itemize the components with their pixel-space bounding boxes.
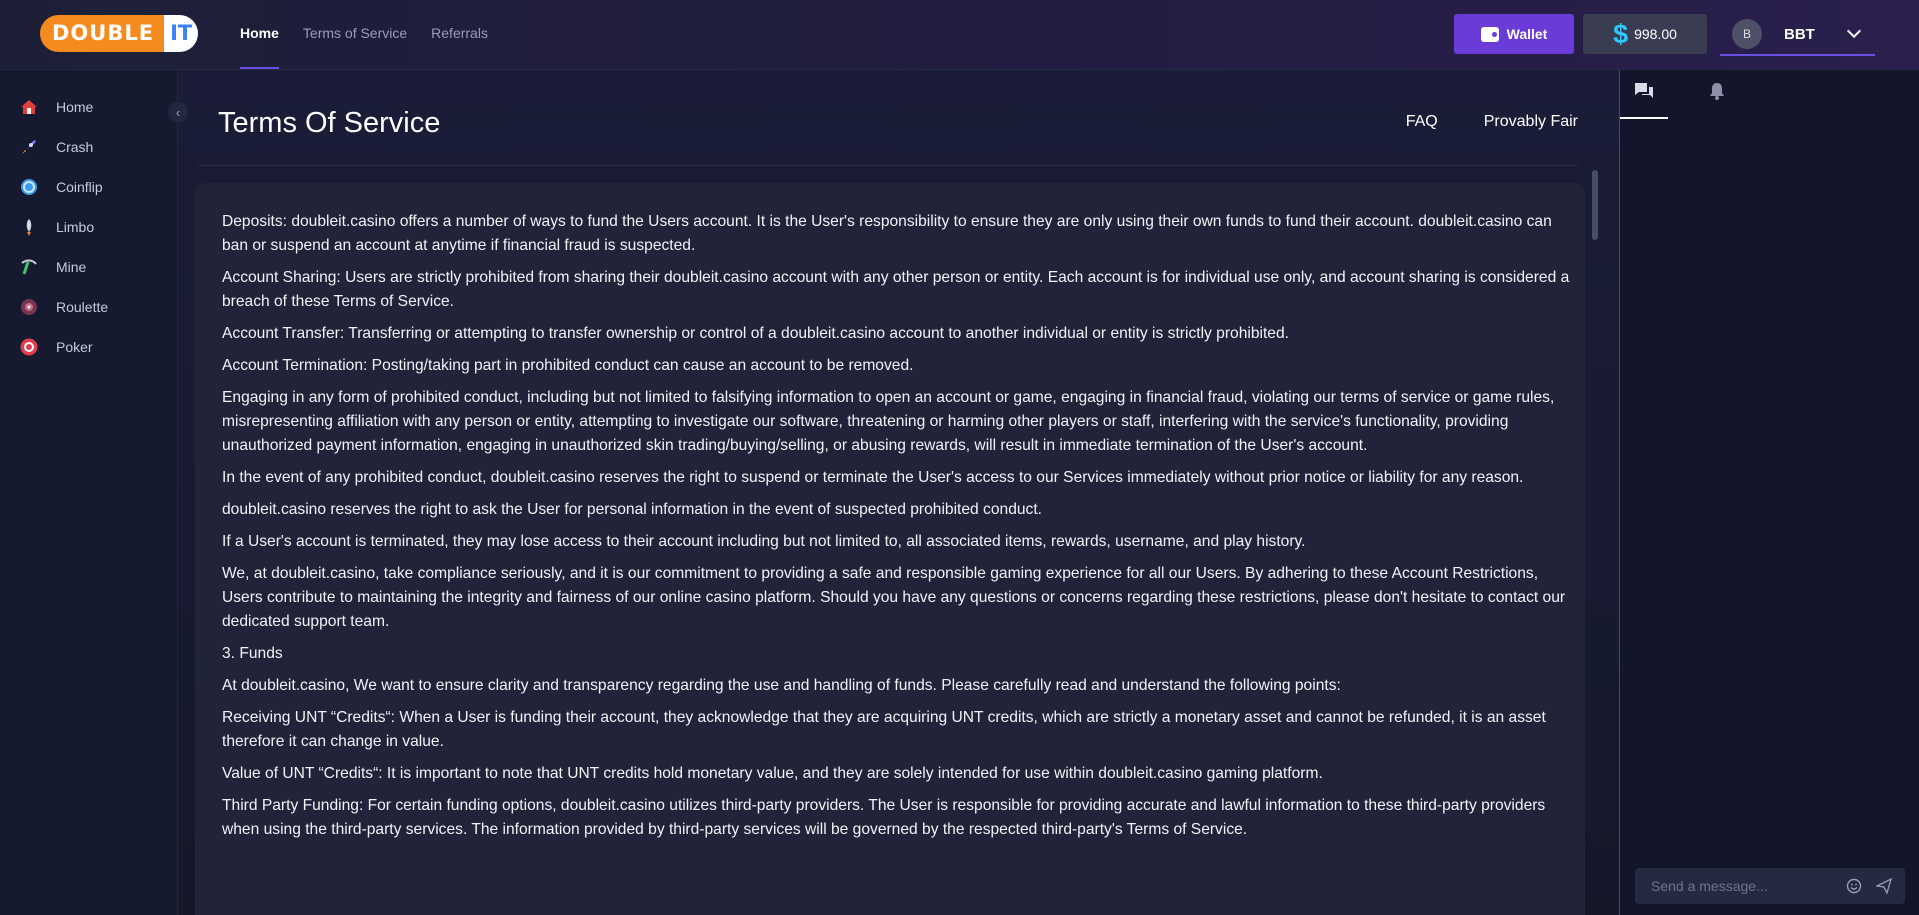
balance-display: $ 998.00 [1583, 14, 1707, 54]
sidebar-item-limbo[interactable]: Limbo [0, 207, 177, 247]
sidebar-item-poker[interactable]: Poker [0, 327, 177, 367]
terms-paragraph: In the event of any prohibited conduct, … [222, 469, 1524, 486]
site-logo[interactable]: DOUBLE IT [40, 15, 199, 52]
sidebar-item-label: Crash [56, 139, 94, 155]
sidebar-item-crash[interactable]: Crash [0, 127, 177, 167]
terms-content-box[interactable]: Deposits: doubleit.casino offers a numbe… [195, 183, 1585, 915]
poker-chip-icon [18, 336, 40, 358]
terms-paragraph: Account Transfer: Transferring or attemp… [222, 325, 1289, 342]
terms-paragraph: At doubleit.casino, We want to ensure cl… [222, 677, 1341, 694]
chat-icon [1633, 81, 1655, 106]
bell-icon [1708, 81, 1726, 106]
emoji-icon[interactable] [1845, 877, 1863, 895]
chevron-left-icon: ‹ [175, 104, 181, 120]
divider [198, 165, 1578, 166]
rocket-icon [18, 136, 40, 158]
terms-paragraph: We, at doubleit.casino, take compliance … [222, 565, 1566, 630]
nav-home[interactable]: Home [240, 0, 279, 69]
main-content: Terms Of Service FAQ Provably Fair Depos… [178, 70, 1619, 915]
terms-paragraph: Deposits: doubleit.casino offers a numbe… [222, 213, 1552, 254]
collapse-sidebar-button[interactable]: ‹ [168, 102, 188, 122]
chat-panel [1619, 70, 1919, 915]
logo-double-text: DOUBLE [40, 15, 165, 52]
main-nav: Home Terms of Service Referrals [240, 0, 512, 69]
roulette-icon [18, 296, 40, 318]
sidebar-item-label: Poker [56, 339, 93, 355]
balance-amount: 998.00 [1634, 26, 1677, 42]
tab-notifications[interactable] [1693, 70, 1741, 117]
terms-paragraph: Third Party Funding: For certain funding… [222, 797, 1546, 838]
terms-paragraph: If a User's account is terminated, they … [222, 533, 1306, 550]
terms-paragraph: Receiving UNT “Credits“: When a User is … [222, 709, 1546, 750]
coin-icon [18, 176, 40, 198]
sidebar-item-mine[interactable]: Mine [0, 247, 177, 287]
mine-icon [18, 256, 40, 278]
tab-chat[interactable] [1620, 70, 1668, 119]
terms-paragraph: Value of UNT “Credits“: It is important … [222, 765, 1323, 782]
page-title: Terms Of Service [218, 107, 441, 139]
sidebar-item-label: Roulette [56, 299, 109, 315]
faq-link[interactable]: FAQ [1406, 113, 1438, 131]
scrollbar[interactable] [1592, 170, 1598, 240]
dollar-icon: $ [1613, 18, 1629, 49]
sidebar-item-label: Limbo [56, 219, 95, 235]
terms-paragraph: Account Sharing: Users are strictly proh… [222, 269, 1570, 310]
chevron-down-icon [1846, 23, 1862, 39]
terms-paragraph: Account Termination: Posting/taking part… [222, 357, 914, 374]
sidebar-item-label: Mine [56, 259, 87, 275]
limbo-icon [18, 216, 40, 238]
provably-fair-link[interactable]: Provably Fair [1484, 113, 1578, 131]
logo-it-text: IT [164, 15, 199, 52]
sidebar-item-roulette[interactable]: Roulette [0, 287, 177, 327]
sidebar-item-coinflip[interactable]: Coinflip [0, 167, 177, 207]
terms-paragraph: Engaging in any form of prohibited condu… [222, 389, 1555, 454]
terms-text: Deposits: doubleit.casino offers a numbe… [222, 210, 1572, 850]
section-heading: 3. Funds [222, 645, 283, 662]
wallet-button[interactable]: Wallet [1454, 14, 1574, 54]
send-icon[interactable] [1875, 877, 1893, 895]
chat-message-input[interactable] [1649, 877, 1833, 895]
nav-terms-of-service[interactable]: Terms of Service [303, 0, 407, 69]
wallet-icon [1480, 26, 1499, 42]
top-bar: DOUBLE IT Home Terms of Service Referral… [0, 0, 1919, 70]
nav-referrals[interactable]: Referrals [431, 0, 488, 69]
avatar: B [1732, 19, 1762, 49]
page-links: FAQ Provably Fair [1406, 113, 1578, 131]
sidebar: Home Crash Coinflip Limbo Mine Roulette [0, 70, 178, 915]
sidebar-item-label: Home [56, 99, 94, 115]
username: BBT [1784, 25, 1815, 43]
chat-input-bar [1635, 868, 1905, 904]
wallet-label: Wallet [1506, 26, 1548, 42]
user-menu[interactable]: B BBT [1720, 14, 1875, 56]
home-icon [18, 96, 40, 118]
terms-paragraph: doubleit.casino reserves the right to as… [222, 501, 1043, 518]
sidebar-item-home[interactable]: Home [0, 87, 177, 127]
sidebar-item-label: Coinflip [56, 179, 103, 195]
